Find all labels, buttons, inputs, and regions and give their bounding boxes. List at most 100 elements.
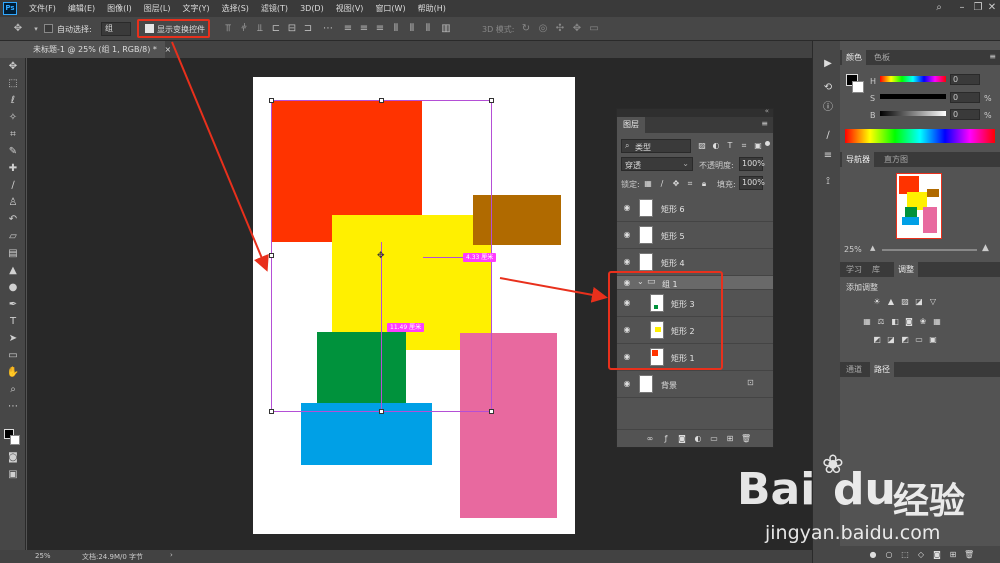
status-arrow-icon[interactable]: › — [170, 551, 173, 559]
layers-tab[interactable]: 图层 — [617, 117, 645, 133]
new-group-icon[interactable]: ▭ — [709, 434, 719, 444]
lasso-tool-icon[interactable]: ℓ — [4, 94, 22, 108]
eyedropper-tool-icon[interactable]: ✎ — [4, 145, 22, 159]
transform-handle-tc[interactable] — [379, 98, 384, 103]
brush-tool-icon[interactable]: ∕ — [4, 179, 22, 193]
menu-select[interactable]: 选择(S) — [222, 3, 249, 14]
align-top-icon[interactable]: ⫪ — [222, 23, 234, 35]
info-icon[interactable]: ⓘ — [821, 101, 835, 115]
bw-adj-icon[interactable]: ◧ — [890, 317, 900, 327]
zoom-out-icon[interactable]: ▲ — [870, 244, 875, 252]
layer-name[interactable]: 矩形 3 — [671, 299, 695, 310]
layer-row[interactable]: ◉ 矩形 3 — [617, 290, 773, 317]
menu-help[interactable]: 帮助(H) — [418, 3, 446, 14]
filter-toggle-icon[interactable] — [765, 141, 770, 146]
selective-color-adj-icon[interactable]: ▣ — [928, 335, 938, 345]
visibility-eye-icon[interactable]: ◉ — [622, 278, 632, 288]
new-path-icon[interactable]: ⊞ — [948, 550, 958, 560]
stamp-tool-icon[interactable]: ♙ — [4, 196, 22, 210]
filter-pixel-icon[interactable]: ▨ — [697, 141, 707, 151]
layers-panel-collapse-icon[interactable]: « — [765, 107, 769, 115]
color-background-swatch[interactable] — [852, 81, 864, 93]
more-align-icon[interactable]: ⋯ — [322, 23, 334, 35]
photo-filter-adj-icon[interactable]: ◙ — [904, 317, 914, 327]
distribute-vcenter-icon[interactable]: ≡ — [358, 23, 370, 35]
navigator-zoom[interactable]: 25% — [844, 245, 862, 254]
3d-roll-icon[interactable]: ◎ — [537, 23, 549, 35]
minimize-icon[interactable]: – — [956, 2, 968, 14]
document-tab[interactable]: 未标题-1 @ 25% (组 1, RGB/8) * × — [27, 41, 171, 58]
make-path-icon[interactable]: ◇ — [916, 550, 926, 560]
gradient-map-adj-icon[interactable]: ▭ — [914, 335, 924, 345]
visibility-eye-icon[interactable]: ◉ — [622, 325, 632, 335]
healing-tool-icon[interactable]: ✚ — [4, 162, 22, 176]
transform-handle-ml[interactable] — [269, 253, 274, 258]
properties-icon[interactable]: ⟟ — [821, 175, 835, 189]
color-panel-menu-icon[interactable]: ≡ — [989, 52, 996, 61]
tab-swatches[interactable]: 色板 — [870, 50, 894, 65]
transform-handle-tl[interactable] — [269, 98, 274, 103]
b-input[interactable]: 0 — [950, 109, 980, 120]
align-left-icon[interactable]: ⊏ — [270, 23, 282, 35]
posterize-adj-icon[interactable]: ◪ — [886, 335, 896, 345]
menu-layer[interactable]: 图层(L) — [144, 3, 171, 14]
transform-handle-tr[interactable] — [489, 98, 494, 103]
h-input[interactable]: 0 — [950, 74, 980, 85]
channel-mixer-adj-icon[interactable]: ❀ — [918, 317, 928, 327]
auto-align-icon[interactable]: ▥ — [440, 23, 452, 35]
visibility-eye-icon[interactable]: ◉ — [622, 257, 632, 267]
new-layer-icon[interactable]: ⊞ — [725, 434, 735, 444]
add-mask-path-icon[interactable]: ◙ — [932, 550, 942, 560]
filter-smart-icon[interactable]: ▣ — [753, 141, 763, 151]
align-right-icon[interactable]: ⊐ — [302, 23, 314, 35]
tab-paths[interactable]: 路径 — [870, 362, 894, 377]
navigator-zoom-slider[interactable] — [882, 249, 977, 251]
filter-adjust-icon[interactable]: ◐ — [711, 141, 721, 151]
gradient-tool-icon[interactable]: ▤ — [4, 247, 22, 261]
background-color-swatch[interactable] — [10, 435, 20, 445]
levels-adj-icon[interactable]: ▲ — [886, 297, 896, 307]
rect-blue-shape[interactable] — [301, 403, 432, 465]
menu-3d[interactable]: 3D(D) — [300, 4, 324, 13]
tab-color[interactable]: 颜色 — [842, 50, 866, 65]
distribute-left-icon[interactable]: ⦀ — [390, 23, 402, 35]
filter-shape-icon[interactable]: ⌗ — [739, 141, 749, 151]
transform-handle-bl[interactable] — [269, 409, 274, 414]
visibility-eye-icon[interactable]: ◉ — [622, 230, 632, 240]
load-selection-icon[interactable]: ⬚ — [900, 550, 910, 560]
layer-row[interactable]: ◉ 背景 ⊡ — [617, 371, 773, 398]
fill-input[interactable]: 100% — [739, 176, 765, 190]
threshold-adj-icon[interactable]: ◩ — [900, 335, 910, 345]
more-tools-icon[interactable]: ⋯ — [4, 400, 22, 414]
3d-drag-icon[interactable]: ✣ — [554, 23, 566, 35]
fill-path-icon[interactable]: ● — [868, 550, 878, 560]
visibility-eye-icon[interactable]: ◉ — [622, 379, 632, 389]
add-mask-icon[interactable]: ◙ — [677, 434, 687, 444]
distribute-hcenter-icon[interactable]: ⦀ — [406, 23, 418, 35]
menu-image[interactable]: 图像(I) — [107, 3, 132, 14]
zoom-tool-icon[interactable]: ⌕ — [4, 383, 22, 397]
hand-tool-icon[interactable]: ✋ — [4, 366, 22, 380]
invert-adj-icon[interactable]: ◩ — [872, 335, 882, 345]
layer-name[interactable]: 背景 — [661, 380, 677, 391]
magic-wand-tool-icon[interactable]: ✧ — [4, 111, 22, 125]
restore-icon[interactable]: ❐ — [972, 2, 984, 14]
group-name[interactable]: 组 1 — [662, 279, 678, 290]
close-window-icon[interactable]: ✕ — [986, 2, 998, 14]
pen-tool-icon[interactable]: ✒ — [4, 298, 22, 312]
type-tool-icon[interactable]: T — [4, 315, 22, 329]
move-tool-preset-icon[interactable]: ✥ — [12, 23, 24, 35]
color-lookup-adj-icon[interactable]: ▦ — [932, 317, 942, 327]
layer-row[interactable]: ◉ 矩形 6 — [617, 195, 773, 222]
document-tab-close-icon[interactable]: × — [164, 45, 171, 54]
layer-name[interactable]: 矩形 4 — [661, 258, 685, 269]
layer-style-icon[interactable]: ƒ — [661, 434, 671, 444]
brightness-adj-icon[interactable]: ☀ — [872, 297, 882, 307]
stroke-path-icon[interactable]: ○ — [884, 550, 894, 560]
tab-histogram[interactable]: 直方图 — [880, 152, 912, 167]
play-icon[interactable]: ▶ — [821, 57, 835, 71]
align-vcenter-icon[interactable]: ⫩ — [238, 23, 250, 35]
lock-paint-icon[interactable]: ∕ — [657, 179, 667, 189]
crop-tool-icon[interactable]: ⌗ — [4, 128, 22, 142]
tab-libraries[interactable]: 库 — [868, 262, 884, 277]
